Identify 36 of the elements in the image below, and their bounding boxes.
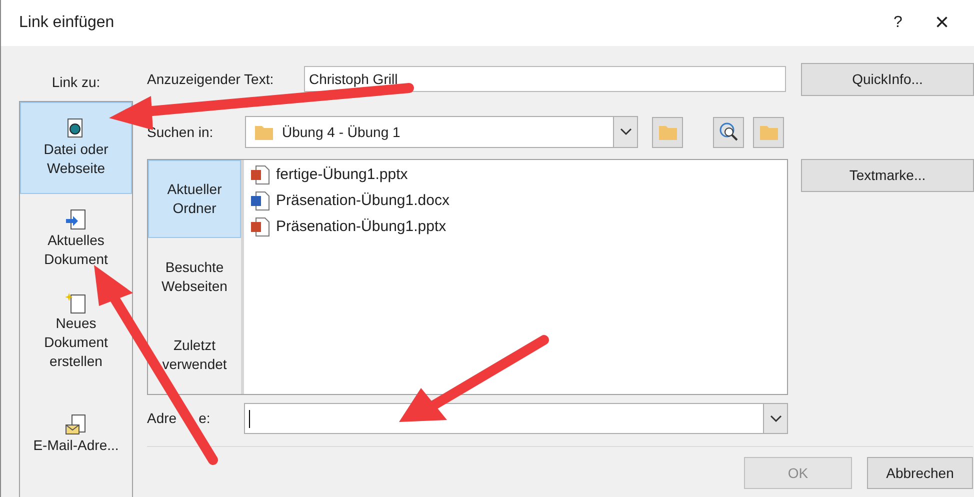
quickinfo-button[interactable]: QuickInfo... [801, 62, 974, 96]
word-file-icon [250, 191, 270, 211]
window-title: Link einfügen [19, 13, 116, 33]
link-type-item[interactable]: Neues Dokument erstellen [20, 284, 132, 379]
new-document-icon [65, 292, 87, 314]
display-text-label: Anzuzeigender Text: [147, 70, 275, 89]
help-button[interactable]: ? [876, 3, 920, 43]
mail-document-icon [65, 414, 87, 436]
globe-search-icon [718, 122, 738, 142]
location-tab[interactable]: Aktueller Ordner [148, 160, 241, 238]
cancel-button[interactable]: Abbrechen [867, 457, 973, 489]
file-item[interactable]: fertige-Übung1.pptx [250, 162, 787, 188]
link-to-label: Link zu: [50, 73, 102, 92]
close-button[interactable]: × [920, 3, 964, 43]
folder-icon [758, 123, 778, 141]
powerpoint-file-icon [250, 217, 270, 237]
look-in-dropdown[interactable]: Übung 4 - Übung 1 [245, 116, 638, 148]
bookmark-button[interactable]: Textmarke... [801, 159, 974, 192]
address-label: e: [198, 409, 210, 428]
address-field[interactable] [244, 403, 788, 434]
address-label: Adre [147, 409, 177, 428]
link-type-item[interactable]: E-Mail-Adre... [20, 379, 132, 489]
location-tab[interactable]: Zuletzt verwendet [148, 316, 241, 394]
folder-icon [254, 123, 274, 141]
chevron-down-icon [770, 414, 782, 422]
web-search-button[interactable] [713, 116, 744, 148]
file-item[interactable]: Präsenation-Übung1.pptx [250, 214, 787, 240]
document-arrow-icon [65, 209, 87, 231]
powerpoint-file-icon [250, 165, 270, 185]
link-type-item[interactable]: Aktuelles Dokument [20, 194, 132, 284]
display-text-field[interactable]: Christoph Grill [304, 66, 786, 92]
link-type-item[interactable]: Datei oder Webseite [20, 102, 132, 194]
location-tab[interactable]: Besuchte Webseiten [148, 238, 241, 316]
chevron-down-icon [620, 128, 632, 136]
file-item[interactable]: Präsenation-Übung1.docx [250, 188, 787, 214]
look-in-label: Suchen in: [147, 122, 214, 142]
